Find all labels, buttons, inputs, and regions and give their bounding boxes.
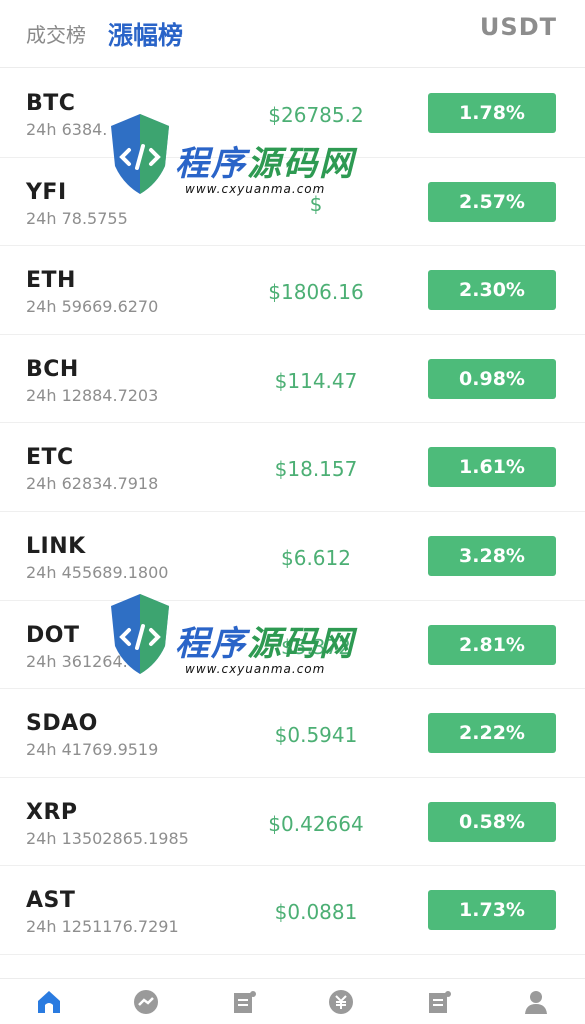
coin-symbol: YFI: [26, 179, 67, 205]
coin-symbol: LINK: [26, 533, 86, 559]
coin-volume: 24h 361264.: [26, 651, 128, 671]
coin-volume: 24h 455689.1800: [26, 562, 169, 582]
list-item[interactable]: XRP 24h 13502865.1985 $0.42664 0.58%: [0, 778, 585, 867]
coin-price: $6.612: [281, 545, 351, 570]
nav-profile[interactable]: [506, 982, 566, 1022]
coin-symbol: BTC: [26, 91, 76, 116]
change-badge: 2.57%: [428, 181, 556, 222]
coin-price: $0.42664: [268, 811, 364, 836]
list-item[interactable]: BCH 24h 12884.7203 $114.47 0.98%: [0, 335, 585, 424]
coin-price: $1806.16: [268, 280, 364, 305]
coin-price: $0.0881: [274, 900, 358, 925]
home-icon: [37, 990, 60, 1013]
change-badge: 1.73%: [428, 890, 556, 931]
coin-volume: 24h 13502865.1985: [26, 828, 189, 848]
bottom-nav: [0, 978, 585, 1024]
list-item[interactable]: YFI 24h 78.5755 $ 2.57%: [0, 158, 585, 247]
coin-symbol: AST: [26, 888, 76, 914]
coin-volume: 24h 41769.9519: [26, 740, 159, 760]
coin-price: $0.5941: [274, 723, 358, 748]
coin-price: $114.47: [274, 368, 358, 393]
change-badge: 2.22%: [428, 713, 556, 754]
coin-volume: 24h 6384.: [26, 120, 108, 139]
change-badge: 1.61%: [428, 447, 556, 488]
coin-symbol: XRP: [26, 799, 78, 825]
coin-volume: 24h 59669.6270: [26, 297, 159, 317]
coin-symbol: DOT: [26, 622, 80, 648]
nav-orders[interactable]: [214, 982, 274, 1022]
coin-volume: 24h 1251176.7291: [26, 917, 179, 937]
tab-gainers-ranking[interactable]: 漲幅榜: [108, 16, 183, 52]
list-item[interactable]: AST 24h 1251176.7291 $0.0881 1.73%: [0, 866, 585, 955]
coin-price: $18.157: [274, 457, 358, 482]
coin-price: $26785.2: [268, 103, 364, 127]
change-badge: 3.28%: [428, 535, 556, 576]
coin-symbol: BCH: [26, 356, 79, 382]
assets-icon: [428, 990, 451, 1013]
market-list: BTC 24h 6384. $26785.2 1.78% YFI 24h 78.…: [0, 69, 585, 955]
market-chart-icon: [134, 989, 159, 1014]
quote-currency-selector[interactable]: USDT: [480, 13, 557, 41]
nav-currency[interactable]: [311, 982, 371, 1022]
list-item[interactable]: ETC 24h 62834.7918 $18.157 1.61%: [0, 423, 585, 512]
coin-symbol: ETH: [26, 268, 76, 294]
list-item[interactable]: SDAO 24h 41769.9519 $0.5941 2.22%: [0, 689, 585, 778]
change-badge: 2.30%: [428, 270, 556, 311]
orders-icon: [233, 990, 256, 1013]
currency-icon: [329, 989, 354, 1014]
nav-market[interactable]: [116, 982, 176, 1022]
list-item[interactable]: DOT 24h 361264. $5.372 2.81%: [0, 601, 585, 690]
coin-volume: 24h 78.5755: [26, 208, 128, 228]
tab-volume-ranking[interactable]: 成交榜: [26, 19, 86, 48]
list-item[interactable]: LINK 24h 455689.1800 $6.612 3.28%: [0, 512, 585, 601]
nav-assets[interactable]: [409, 982, 469, 1022]
coin-price: $: [309, 191, 323, 216]
coin-volume: 24h 62834.7918: [26, 474, 159, 494]
list-item[interactable]: ETH 24h 59669.6270 $1806.16 2.30%: [0, 246, 585, 335]
change-badge: 1.78%: [428, 93, 556, 133]
header: 成交榜 漲幅榜 USDT: [0, 0, 585, 68]
coin-price: $5.372: [281, 634, 351, 659]
coin-volume: 24h 12884.7203: [26, 385, 159, 405]
nav-home[interactable]: [19, 982, 79, 1022]
change-badge: 0.98%: [428, 358, 556, 399]
coin-symbol: SDAO: [26, 711, 98, 737]
coin-symbol: ETC: [26, 445, 74, 471]
profile-icon: [525, 990, 548, 1014]
list-item[interactable]: BTC 24h 6384. $26785.2 1.78%: [0, 69, 585, 158]
change-badge: 0.58%: [428, 801, 556, 842]
change-badge: 2.81%: [428, 624, 556, 665]
